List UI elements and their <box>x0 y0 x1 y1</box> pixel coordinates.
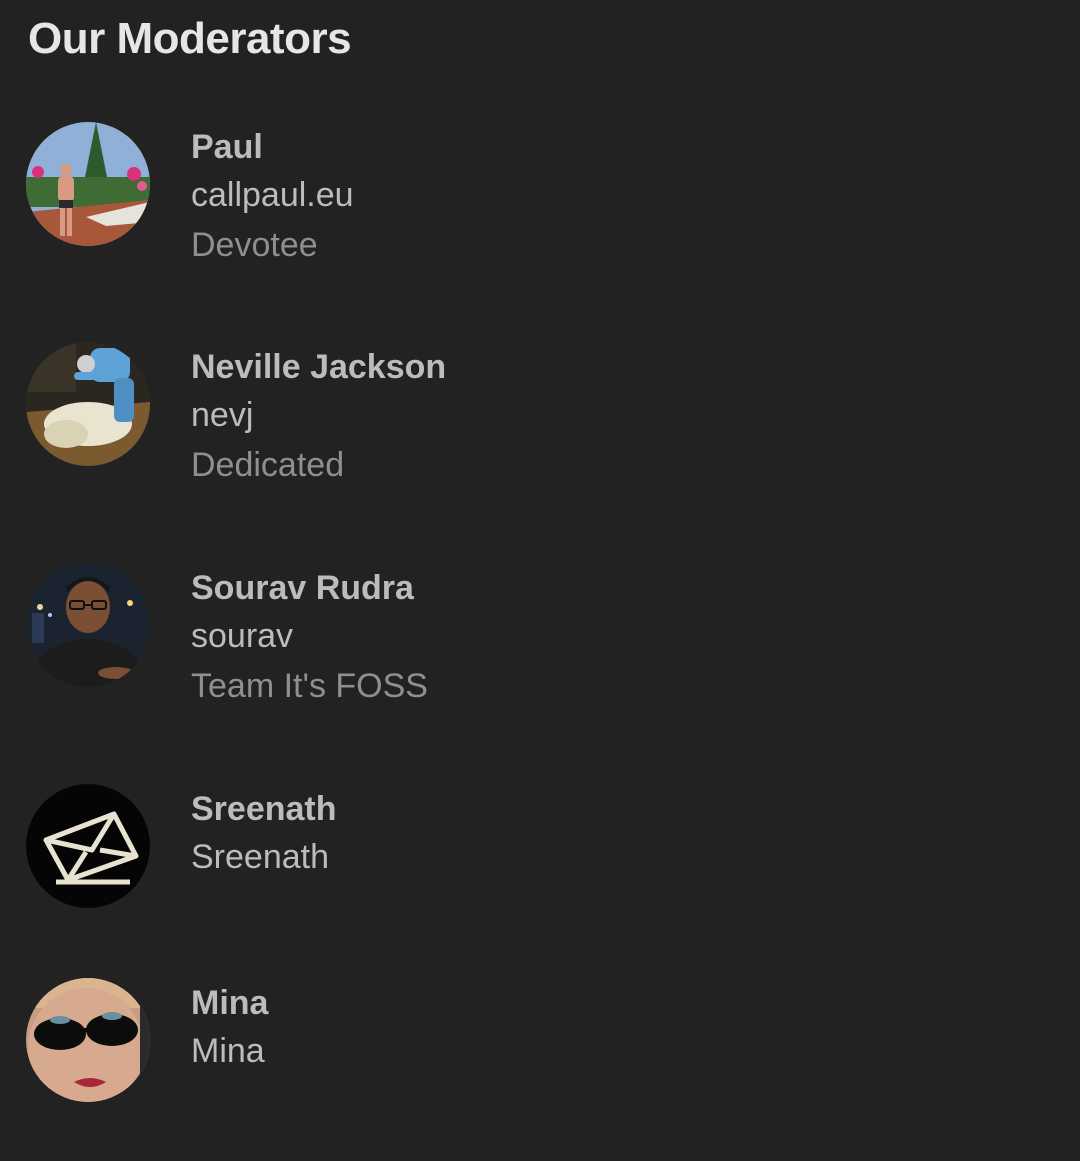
moderator-name[interactable]: Mina <box>191 984 268 1023</box>
avatar[interactable] <box>26 784 150 908</box>
avatar-envelope-icon <box>26 784 150 908</box>
moderator-name[interactable]: Sreenath <box>191 790 337 829</box>
moderator-username: sourav <box>191 617 294 655</box>
moderator-username: Mina <box>191 1032 265 1070</box>
moderator-card-paul[interactable]: Paul callpaul.eu Devotee <box>26 122 926 272</box>
moderator-title: Dedicated <box>191 446 345 484</box>
avatar-photo-man-glasses-icon <box>26 563 150 687</box>
moderator-username: Sreenath <box>191 838 329 876</box>
avatar[interactable] <box>26 122 150 246</box>
avatar[interactable] <box>26 978 150 1102</box>
moderator-title: Team It's FOSS <box>191 667 428 705</box>
avatar-photo-sheep-shearing-icon <box>26 342 150 466</box>
moderator-title: Devotee <box>191 226 318 264</box>
avatar[interactable] <box>26 563 150 687</box>
moderator-card-mina[interactable]: Mina Mina <box>26 978 926 1128</box>
moderator-card-sreenath[interactable]: Sreenath Sreenath <box>26 784 926 934</box>
avatar[interactable] <box>26 342 150 466</box>
page-title: Our Moderators <box>28 14 352 63</box>
moderator-card-sourav-rudra[interactable]: Sourav Rudra sourav Team It's FOSS <box>26 563 926 713</box>
moderator-name[interactable]: Neville Jackson <box>191 348 446 387</box>
moderator-name[interactable]: Paul <box>191 128 263 167</box>
moderator-username: nevj <box>191 396 254 434</box>
avatar-photo-man-on-terrace-icon <box>26 122 150 246</box>
avatar-photo-woman-sunglasses-icon <box>26 978 150 1102</box>
moderator-username: callpaul.eu <box>191 176 354 214</box>
moderator-card-neville-jackson[interactable]: Neville Jackson nevj Dedicated <box>26 342 926 492</box>
moderator-name[interactable]: Sourav Rudra <box>191 569 414 608</box>
